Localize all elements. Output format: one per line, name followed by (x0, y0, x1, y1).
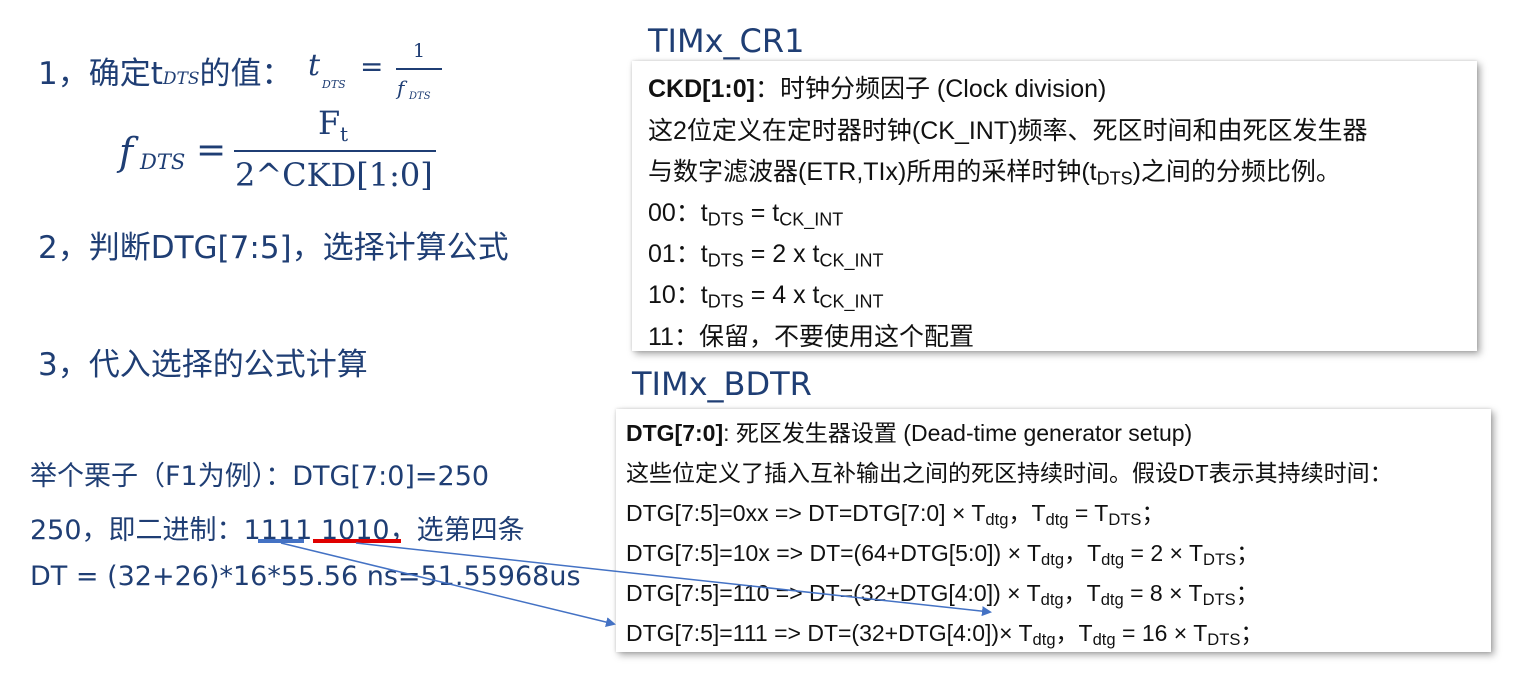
cr1-row-11: 11：保留，不要使用这个配置 (648, 323, 974, 351)
step3-text: 3，代入选择的公式计算 (38, 347, 368, 383)
bdtr-row-10x: DTG[7:5]=10x => DT=(64+DTG[5:0]) × Tdtg，… (626, 540, 1260, 570)
bdtr-heading: DTG[7:0]: 死区发生器设置 (Dead-time generator s… (626, 420, 1193, 446)
cr1-row-01: 01：tDTS = 2 x tCK_INT (648, 240, 884, 271)
cr1-row-10: 10：tDTS = 4 x tCK_INT (648, 281, 884, 312)
cr1-heading: CKD[1:0]：时钟分频因子 (Clock division) (648, 75, 1107, 103)
underline-blue (258, 539, 304, 543)
step2-text: 2，判断DTG[7:5]，选择计算公式 (38, 230, 509, 266)
cr1-desc-2: 与数字滤波器(ETR,TIx)所用的采样时钟(tDTS)之间的分频比例。 (648, 158, 1341, 189)
cr1-row-00: 00：tDTS = tCK_INT (648, 199, 844, 230)
bdtr-panel: DTG[7:0]: 死区发生器设置 (Dead-time generator s… (616, 409, 1491, 652)
bdtr-row-110: DTG[7:5]=110 => DT=(32+DTG[4:0]) × Tdtg，… (626, 580, 1259, 610)
cr1-desc-1: 这2位定义在定时器时钟(CK_INT)频率、死区时间和由死区发生器 (648, 117, 1368, 145)
step1-label: 1，确定tDTS的值： (38, 56, 293, 92)
cr1-panel: CKD[1:0]：时钟分频因子 (Clock division) 这2位定义在定… (632, 61, 1477, 351)
underline-red (313, 539, 401, 543)
bdtr-desc: 这些位定义了插入互补输出之间的死区持续时间。假设DT表示其持续时间： (626, 460, 1393, 486)
cr1-title: TIMx_CR1 (648, 22, 805, 60)
example-line-1: 举个栗子（F1为例）：DTG[7:0]=250 (30, 461, 490, 492)
example-line-3: DT = (32+26)*16*55.56 ns=51.55968us (30, 561, 581, 592)
bdtr-row-0xx: DTG[7:5]=0xx => DT=DTG[7:0] × Tdtg，Tdtg … (626, 500, 1165, 530)
bdtr-title: TIMx_BDTR (632, 365, 812, 403)
bdtr-row-111: DTG[7:5]=111 => DT=(32+DTG[4:0])× Tdtg，T… (626, 620, 1264, 650)
